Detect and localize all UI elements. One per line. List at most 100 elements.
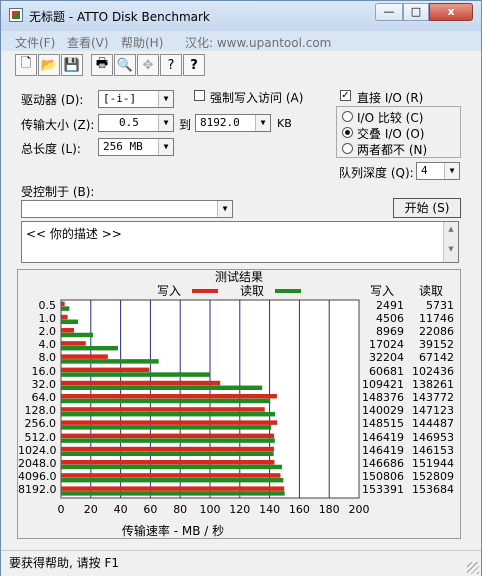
write-bar bbox=[61, 367, 150, 373]
minimize-button[interactable]: — bbox=[375, 3, 403, 21]
open-folder-icon[interactable]: 📂 bbox=[38, 54, 60, 76]
read-value: 67142 bbox=[419, 351, 454, 365]
read-value: 143772 bbox=[412, 391, 454, 404]
menu-help[interactable]: 帮助(H) bbox=[121, 34, 163, 51]
x-tick-label: 120 bbox=[229, 503, 250, 516]
queue-depth-value: 4 bbox=[421, 164, 428, 177]
save-disk-icon[interactable]: 💾 bbox=[61, 54, 83, 76]
write-value: 140029 bbox=[362, 404, 404, 418]
write-bar bbox=[61, 341, 86, 346]
menu-view[interactable]: 查看(V) bbox=[67, 34, 109, 51]
queue-depth-label: 队列深度 (Q): bbox=[339, 166, 414, 180]
description-textarea[interactable]: << 你的描述 >> ▲ ▼ bbox=[21, 221, 459, 263]
menu-credit[interactable]: 汉化: www.upantool.com bbox=[185, 34, 331, 51]
controlled-by-select[interactable]: ▼ bbox=[21, 200, 233, 218]
title-bar[interactable]: 无标题 - ATTO Disk Benchmark — □ x bbox=[1, 1, 481, 31]
read-value: 146953 bbox=[412, 430, 454, 444]
write-bar bbox=[61, 473, 281, 478]
menu-bar: 文件(F) 查看(V) 帮助(H) 汉化: www.upantool.com bbox=[1, 31, 481, 51]
total-length-label: 总长度 (L): bbox=[21, 142, 81, 156]
read-bar bbox=[61, 398, 271, 404]
io-mode-group: I/O 比较 (C) 交叠 I/O (O) 两者都不 (N) bbox=[336, 106, 461, 158]
write-value: 32204 bbox=[369, 351, 404, 365]
read-value: 5731 bbox=[426, 298, 454, 312]
transfer-size-label: 传输大小 (Z): bbox=[21, 118, 95, 132]
read-bar bbox=[61, 332, 94, 338]
transfer-to-value: 8192.0 bbox=[200, 116, 240, 129]
direct-io-label: 直接 I/O (R) bbox=[357, 91, 424, 105]
drive-label: 驱动器 (D): bbox=[21, 93, 84, 107]
write-bar bbox=[61, 420, 278, 425]
write-value: 148376 bbox=[362, 391, 404, 404]
scroll-down-icon[interactable]: ▼ bbox=[444, 242, 458, 262]
new-file-icon[interactable]: 🗋 bbox=[15, 54, 37, 76]
category-label: 256.0 bbox=[24, 417, 57, 431]
write-bar bbox=[61, 486, 285, 491]
x-tick-label: 160 bbox=[289, 503, 310, 516]
queue-depth-select[interactable]: 4 ▼ bbox=[416, 162, 460, 180]
menu-file[interactable]: 文件(F) bbox=[15, 34, 55, 51]
description-scrollbar[interactable]: ▲ ▼ bbox=[443, 222, 458, 262]
category-label: 1.0 bbox=[38, 311, 57, 325]
move-arrows-icon[interactable]: ✥ bbox=[137, 54, 159, 76]
context-help-icon[interactable]: ? bbox=[183, 54, 205, 76]
print-preview-icon[interactable]: 🔍 bbox=[114, 54, 136, 76]
category-label: 32.0 bbox=[31, 377, 57, 391]
write-bar bbox=[61, 354, 108, 359]
read-value: 39152 bbox=[419, 338, 454, 352]
scroll-up-icon[interactable]: ▲ bbox=[444, 222, 458, 242]
toolbar: 🗋 📂 💾 🖶 🔍 ✥ ? ? bbox=[1, 51, 481, 81]
help-question-icon[interactable]: ? bbox=[160, 54, 182, 76]
chevron-down-icon: ▼ bbox=[217, 201, 232, 217]
category-label: 512.0 bbox=[24, 430, 57, 444]
write-bar bbox=[61, 393, 277, 399]
total-length-value: 256 MB bbox=[103, 140, 143, 153]
read-bar bbox=[61, 438, 275, 443]
write-value: 17024 bbox=[369, 338, 404, 352]
drive-select[interactable]: [-i-] ▼ bbox=[98, 90, 174, 108]
read-bar bbox=[61, 491, 285, 496]
write-value: 2491 bbox=[376, 298, 404, 312]
chevron-down-icon: ▼ bbox=[158, 115, 173, 131]
read-value: 151944 bbox=[412, 457, 454, 470]
io-compare-radio[interactable] bbox=[342, 111, 353, 122]
x-tick-label: 180 bbox=[319, 503, 340, 516]
category-label: 4096.0 bbox=[18, 470, 57, 484]
category-label: 8.0 bbox=[38, 351, 57, 365]
io-compare-label: I/O 比较 (C) bbox=[357, 111, 424, 125]
read-bar bbox=[61, 345, 118, 351]
read-value: 102436 bbox=[412, 364, 454, 378]
x-tick-label: 40 bbox=[114, 503, 128, 516]
resize-grip-icon[interactable] bbox=[467, 562, 479, 574]
transfer-from-select[interactable]: 0.5 ▼ bbox=[98, 114, 174, 132]
write-value: 8969 bbox=[376, 325, 404, 338]
read-value: 147123 bbox=[412, 404, 454, 418]
read-bar bbox=[61, 464, 283, 470]
read-value: 11746 bbox=[419, 311, 454, 325]
read-bar bbox=[61, 477, 284, 483]
direct-io-checkbox[interactable]: ✓ bbox=[340, 90, 351, 101]
printer-icon[interactable]: 🖶 bbox=[91, 54, 113, 76]
write-bar bbox=[61, 380, 221, 386]
write-value: 148515 bbox=[362, 417, 404, 431]
read-value: 153684 bbox=[412, 483, 454, 497]
start-button[interactable]: 开始 (S) bbox=[393, 198, 461, 218]
neither-label: 两者都不 (N) bbox=[357, 143, 428, 157]
close-button[interactable]: x bbox=[429, 3, 473, 21]
maximize-button[interactable]: □ bbox=[403, 3, 429, 21]
chevron-down-icon: ▼ bbox=[444, 163, 459, 179]
write-bar bbox=[61, 407, 265, 412]
force-write-checkbox[interactable] bbox=[194, 90, 205, 101]
category-label: 2048.0 bbox=[18, 457, 57, 470]
read-value: 144487 bbox=[412, 417, 454, 431]
read-bar bbox=[61, 306, 70, 311]
read-bar bbox=[61, 359, 159, 364]
read-value: 22086 bbox=[419, 325, 454, 338]
total-length-select[interactable]: 256 MB ▼ bbox=[98, 138, 174, 156]
category-label: 8192.0 bbox=[18, 483, 57, 497]
neither-radio[interactable] bbox=[342, 143, 353, 154]
transfer-to-select[interactable]: 8192.0 ▼ bbox=[195, 114, 271, 132]
overlapped-io-radio[interactable] bbox=[342, 127, 353, 138]
read-bar bbox=[61, 425, 272, 430]
category-label: 64.0 bbox=[31, 391, 57, 404]
